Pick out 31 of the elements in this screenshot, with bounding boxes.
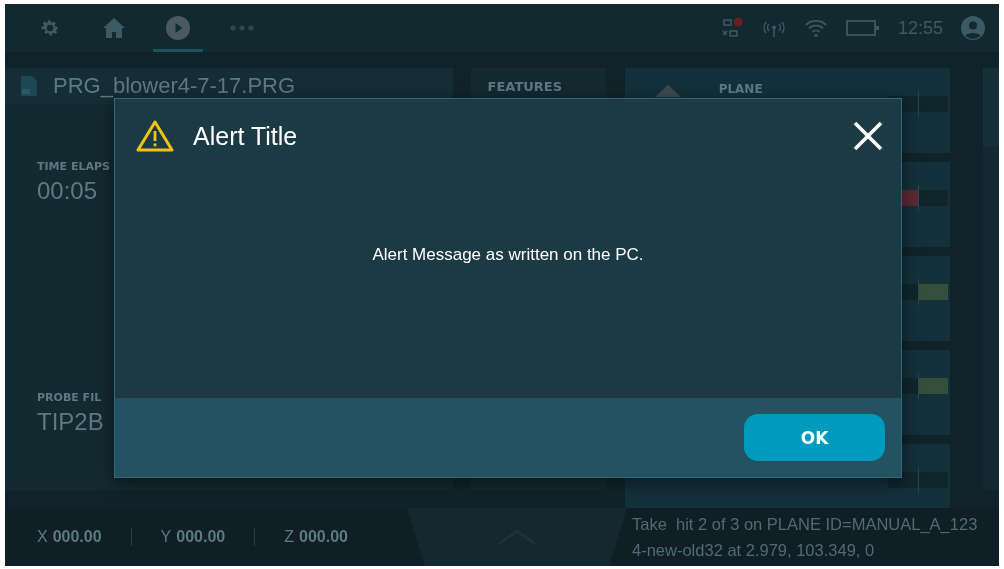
status-message: Take hit 2 of 3 on PLANE ID=MANUAL_A_1234-new-old32 at 2.979, 103.349, 0 xyxy=(632,514,979,561)
close-button[interactable] xyxy=(851,119,885,153)
file-icon xyxy=(21,76,37,96)
scrollbar[interactable] xyxy=(983,68,999,490)
user-icon[interactable] xyxy=(961,16,985,40)
probe-file-label: PROBE FIL xyxy=(37,391,103,404)
time-elapsed-label: TIME ELAPS xyxy=(37,160,111,173)
features-heading: FEATURES xyxy=(487,79,563,94)
battery-icon xyxy=(845,20,880,36)
separator xyxy=(130,528,132,546)
play-icon xyxy=(166,15,190,40)
time-elapsed-value: 00:05 xyxy=(37,177,99,205)
coordinate-value: 000.00 xyxy=(176,528,226,546)
home-icon xyxy=(102,16,126,39)
feature-label: PLANE xyxy=(718,82,763,96)
dialog-message: Alert Message as written on the PC. xyxy=(372,245,644,266)
coordinate-value: 000.00 xyxy=(299,528,348,546)
ok-button[interactable]: OK xyxy=(744,414,885,461)
axis-label: X xyxy=(37,528,48,546)
program-file-name: PRG_blower4-7-17.PRG xyxy=(53,73,296,99)
close-icon xyxy=(852,120,884,152)
axis-label: Z xyxy=(284,528,294,546)
separator xyxy=(254,528,256,546)
wifi-icon xyxy=(803,18,828,38)
dialog-title: Alert Title xyxy=(193,121,299,151)
probe-file-value: TIP2B xyxy=(37,408,105,436)
coordinate-value: 000.00 xyxy=(52,528,102,546)
antenna-icon xyxy=(761,19,786,37)
warning-icon xyxy=(135,119,175,153)
more-icon xyxy=(230,24,254,31)
axis-label: Y xyxy=(160,528,172,546)
